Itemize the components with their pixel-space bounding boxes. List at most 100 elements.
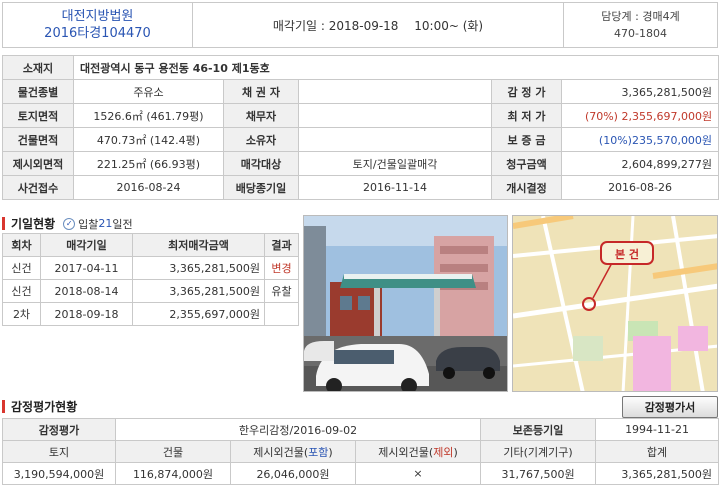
bid-days-suffix: 일전 [112,217,133,231]
info-label: 물건종별 [2,79,74,104]
info-label: 보 증 금 [491,127,562,152]
minimum-amount: 3,365,281,500원 [132,279,265,303]
info-value [298,103,492,128]
sale-date-cell: 2017-04-11 [40,256,133,280]
info-value: 주유소 [73,79,224,104]
property-info-table: 소재지 대전광역시 동구 용전동 46-10 제1동호 물건종별 주유소 채 권… [2,55,720,200]
result: 유찰 [264,279,299,303]
info-value: 1526.6㎡ (461.79평) [73,103,224,128]
schedule-title: 기일현황 [11,217,56,231]
sale-date-cell: 2018-08-14 [40,279,133,303]
info-row: 건물면적 470.73㎡ (142.4평) 소유자 보 증 금 (10%)235… [2,127,720,152]
info-label: 채 권 자 [223,79,299,104]
table-header-row: 회차 매각기일 최저매각금액 결과 [2,233,299,257]
table-row: 신건 2017-04-11 3,365,281,500원 변경 [2,256,299,280]
registration-date: 1994-11-21 [595,418,720,441]
info-value: 221.25㎡ (66.93평) [73,151,224,176]
bid-days-number: 21 [98,217,113,230]
minimum-amount: 2,355,697,000원 [132,302,265,326]
column-header: 건물 [115,440,231,463]
location-map[interactable]: 본 건 [512,215,718,392]
case-header: 대전지방법원 2016타경104470 매각기일 : 2018-09-18 10… [2,2,718,48]
sale-date: 매각기일 : 2018-09-18 10:00~ (화) [272,18,484,33]
location-row: 소재지 대전광역시 동구 용전동 46-10 제1동호 [2,55,720,80]
appraisal-price: 3,365,281,500원 [560,79,720,104]
property-photo[interactable] [303,215,508,392]
appraisal-values-row: 3,190,594,000원 116,874,000원 26,046,000원 … [2,462,720,485]
section-marker [2,217,5,230]
info-row: 토지면적 1526.6㎡ (461.79평) 채무자 최 저 가 (70%) 2… [2,103,720,128]
round: 신건 [2,256,41,280]
appraisal-title: 감정평가현황 [11,400,78,414]
gas-station-illustration [304,216,507,391]
claim-amount: 2,604,899,277원 [560,151,720,176]
section-marker [2,400,5,413]
department-box: 담당계 : 경매4계 470-1804 [563,3,717,47]
map-illustration: 본 건 [513,216,717,391]
info-value: 2016-08-24 [73,175,224,200]
appraisal-section-header: 감정평가현황 [2,398,77,415]
bid-days-prefix: 입찰 [78,217,99,231]
location-label: 소재지 [2,55,74,80]
column-header: 제시외건물(제외) [354,440,482,463]
appraisal-summary-row: 감정평가 한우리감정/2016-09-02 보존등기일 1994-11-21 [2,418,720,441]
appraisal-table: 감정평가 한우리감정/2016-09-02 보존등기일 1994-11-21 토… [2,418,720,485]
info-label: 청구금액 [491,151,562,176]
round: 신건 [2,279,41,303]
commencement-date: 2016-08-26 [560,175,720,200]
table-row: 신건 2018-08-14 3,365,281,500원 유찰 [2,279,299,303]
info-value: 토지/건물일괄매각 [298,151,492,176]
schedule-section-header: 기일현황 ✓ 입찰 21 일전 [2,215,133,232]
minimum-price: (70%) 2,355,697,000원 [560,103,720,128]
column-header: 결과 [264,233,299,257]
extra-building-excluded: × [354,462,482,485]
info-label: 건물면적 [2,127,74,152]
map-marker-label: 본 건 [615,247,639,261]
info-value [298,79,492,104]
total-value: 3,365,281,500원 [595,462,720,485]
info-label: 토지면적 [2,103,74,128]
bid-days-remaining: ✓ 입찰 21 일전 [63,216,133,232]
column-header: 최저매각금액 [132,233,265,257]
column-header: 토지 [2,440,116,463]
info-value: 2016-11-14 [298,175,492,200]
registration-label: 보존등기일 [480,418,597,441]
info-value [298,127,492,152]
info-label: 매각대상 [223,151,299,176]
building-value: 116,874,000원 [115,462,231,485]
result: 변경 [264,256,299,280]
info-label: 배당종기일 [223,175,299,200]
column-header: 매각기일 [40,233,133,257]
info-label: 사건접수 [2,175,74,200]
location-value: 대전광역시 동구 용전동 46-10 제1동호 [72,55,720,80]
extra-building-included: 26,046,000원 [230,462,356,485]
appraisal-header-row: 토지 건물 제시외건물(포함) 제시외건물(제외) 기타(기계기구) 합계 [2,440,720,463]
result [264,302,299,326]
deposit: (10%)235,570,000원 [560,127,720,152]
info-label: 제시외면적 [2,151,74,176]
machinery-value: 31,767,500원 [480,462,597,485]
department-phone: 470-1804 [614,27,667,40]
appraiser-value: 한우리감정/2016-09-02 [114,418,482,441]
round: 2차 [2,302,41,326]
info-label: 채무자 [223,103,299,128]
info-label: 개시결정 [491,175,562,200]
column-header: 합계 [595,440,720,463]
info-row: 제시외면적 221.25㎡ (66.93평) 매각대상 토지/건물일괄매각 청구… [2,151,720,176]
appraisal-label: 감정평가 [2,418,116,441]
appraisal-report-button[interactable]: 감정평가서 [622,396,718,418]
info-row: 물건종별 주유소 채 권 자 감 정 가 3,365,281,500원 [2,79,720,104]
court-name: 대전지방법원 [61,9,134,24]
info-label: 소유자 [223,127,299,152]
table-row: 2차 2018-09-18 2,355,697,000원 [2,302,299,326]
sale-date-cell: 2018-09-18 [40,302,133,326]
sale-history-table: 회차 매각기일 최저매각금액 결과 신건 2017-04-11 3,365,28… [2,233,299,326]
department: 담당계 : 경매4계 [601,10,680,23]
minimum-amount: 3,365,281,500원 [132,256,265,280]
info-row: 사건접수 2016-08-24 배당종기일 2016-11-14 개시결정 20… [2,175,720,200]
info-label: 최 저 가 [491,103,562,128]
info-label: 감 정 가 [491,79,562,104]
check-circle-icon: ✓ [63,217,76,230]
column-header: 회차 [2,233,41,257]
court-case-box: 대전지방법원 2016타경104470 [3,3,193,47]
